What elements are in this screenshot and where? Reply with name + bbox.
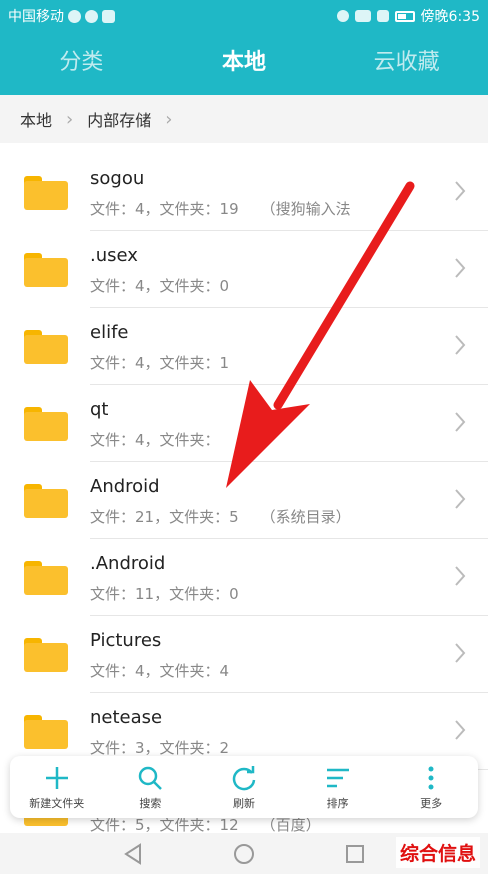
folder-icon (24, 253, 68, 287)
folder-row[interactable]: Pictures 文件：4，文件夹：4 (0, 616, 488, 693)
bottom-toolbar: 新建文件夹 搜索 刷新 排序 更多 (10, 756, 478, 818)
folder-icon (24, 176, 68, 210)
watermark: 综合信息 (395, 837, 480, 868)
folder-name: Android (90, 476, 160, 497)
battery-icon (394, 10, 415, 22)
search-label: 搜索 (139, 796, 162, 810)
folder-counts: 文件：3，文件夹：2 (90, 739, 230, 757)
folder-name: .Android (90, 553, 166, 574)
refresh-label: 刷新 (232, 796, 255, 810)
carrier-label: 中国移动 (8, 9, 64, 25)
folder-meta: 文件：4，文件夹： (90, 429, 242, 450)
folder-meta: 文件：21，文件夹：5 （系统目录） (90, 506, 351, 527)
folder-tag: （系统目录） (260, 508, 351, 526)
file-list: sogou 文件：4，文件夹：19 （搜狗输入法 .usex 文件：4，文件夹：0 eli… (0, 143, 488, 833)
breadcrumb: 本地 › 内部存储 › (0, 95, 488, 143)
more-icon (428, 766, 434, 789)
folder-name: qt (90, 399, 109, 420)
folder-row[interactable]: .Android 文件：11，文件夹：0 (0, 539, 488, 616)
folder-counts: 文件：11，文件夹：0 (90, 585, 239, 603)
folder-meta: 文件：4，文件夹：19 （搜狗输入法 (90, 198, 351, 219)
folder-counts: 文件：21，文件夹：5 (90, 508, 239, 526)
folder-counts: 文件：4，文件夹： (90, 431, 220, 449)
new-folder-button[interactable]: 新建文件夹 (10, 756, 104, 818)
more-button[interactable]: 更多 (384, 756, 478, 818)
search-icon (139, 766, 163, 790)
folder-counts: 文件：4，文件夹：19 (90, 200, 239, 218)
folder-row[interactable]: .usex 文件：4，文件夹：0 (0, 231, 488, 308)
app-header: 中国移动 傍晚6:35 分类 本地 云收藏 (0, 0, 488, 95)
folder-meta: 文件：11，文件夹：0 (90, 583, 261, 604)
chevron-right-icon (455, 566, 466, 586)
chevron-right-icon (455, 489, 466, 509)
recents-icon[interactable] (342, 841, 368, 867)
folder-counts: 文件：4，文件夹：0 (90, 277, 230, 295)
sort-button[interactable]: 排序 (291, 756, 385, 818)
gallery-notification-icon (102, 9, 115, 23)
signal-icon (376, 10, 389, 22)
folder-icon (24, 330, 68, 364)
folder-row[interactable]: elife 文件：4，文件夹：1 (0, 308, 488, 385)
folder-icon (24, 561, 68, 595)
home-icon[interactable] (231, 841, 257, 867)
folder-icon (24, 638, 68, 672)
sort-label: 排序 (326, 796, 349, 810)
folder-meta: 文件：4，文件夹：1 (90, 352, 251, 373)
tab-bar: 分类 本地 云收藏 (0, 30, 488, 95)
chevron-right-icon (455, 181, 466, 201)
chevron-right-icon (455, 720, 466, 740)
refresh-icon (232, 765, 256, 790)
folder-name: elife (90, 322, 129, 343)
new-folder-label: 新建文件夹 (29, 796, 85, 810)
folder-icon (24, 484, 68, 518)
breadcrumb-internal-storage[interactable]: 内部存储 (87, 107, 151, 131)
search-button[interactable]: 搜索 (104, 756, 198, 818)
breadcrumb-separator-icon: › (66, 108, 74, 130)
status-bar: 中国移动 傍晚6:35 (0, 0, 488, 30)
chevron-right-icon (455, 643, 466, 663)
folder-tag: （搜狗输入法 (260, 200, 351, 218)
folder-meta: 文件：4，文件夹：0 (90, 275, 251, 296)
system-navbar: 综合信息 (0, 833, 488, 874)
folder-row[interactable]: Android 文件：21，文件夹：5 （系统目录） (0, 462, 488, 539)
folder-name: netease (90, 707, 163, 728)
chevron-right-icon (455, 412, 466, 432)
tab-category[interactable]: 分类 (0, 30, 163, 95)
folder-counts: 文件：5，文件夹：12 (90, 816, 239, 833)
sort-icon (326, 768, 349, 787)
tab-local[interactable]: 本地 (163, 30, 326, 95)
refresh-button[interactable]: 刷新 (197, 756, 291, 818)
folder-icon (24, 715, 68, 749)
folder-meta: 文件：3，文件夹：2 (90, 737, 251, 758)
folder-tag: （百度） (260, 816, 321, 833)
back-icon[interactable] (120, 841, 146, 867)
message-notification-icon (85, 9, 98, 23)
chevron-right-icon (455, 335, 466, 355)
folder-meta: 文件：4，文件夹：4 (90, 660, 251, 681)
folder-icon (24, 407, 68, 441)
tab-cloud[interactable]: 云收藏 (325, 30, 488, 95)
folder-row[interactable]: sogou 文件：4，文件夹：19 （搜狗输入法 (0, 154, 488, 231)
alarm-icon (336, 10, 349, 22)
more-label: 更多 (420, 796, 443, 810)
folder-name: sogou (90, 168, 145, 189)
folder-counts: 文件：4，文件夹：4 (90, 662, 230, 680)
breadcrumb-local[interactable]: 本地 (20, 107, 52, 131)
clock-label: 傍晚6:35 (420, 9, 480, 25)
chevron-right-icon (455, 258, 466, 278)
app-notification-icon (68, 9, 81, 23)
wifi-icon (354, 10, 371, 22)
breadcrumb-separator-icon: › (165, 108, 173, 130)
folder-row[interactable]: qt 文件：4，文件夹： (0, 385, 488, 462)
folder-name: Pictures (90, 630, 162, 651)
folder-counts: 文件：4，文件夹：1 (90, 354, 230, 372)
plus-icon (45, 766, 68, 789)
folder-name: .usex (90, 245, 138, 266)
